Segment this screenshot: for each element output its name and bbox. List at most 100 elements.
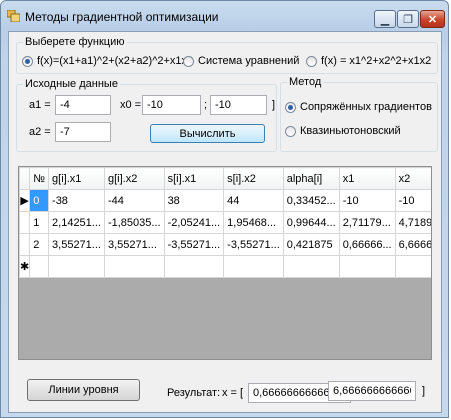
- results-grid[interactable]: № g[i].x1 g[i].x2 s[i].x1 s[i].x2 alpha[…: [18, 166, 432, 360]
- column-header-gx2[interactable]: g[i].x2: [103, 167, 165, 190]
- column-header-sx1[interactable]: s[i].x1: [163, 167, 225, 190]
- header-row: № g[i].x1 g[i].x2 s[i].x1 s[i].x2 alpha[…: [19, 167, 431, 190]
- table-cell[interactable]: -3,55271...: [163, 233, 225, 256]
- maximize-button[interactable]: ❐: [397, 10, 419, 28]
- table-cell[interactable]: 0: [29, 189, 50, 212]
- row-header[interactable]: [19, 233, 31, 256]
- table-cell[interactable]: [282, 255, 340, 278]
- result-x-label: x = [: [222, 387, 244, 399]
- compute-button-label: Вычислить: [179, 127, 236, 140]
- method-option-conjugate-label: Сопряжённых градиентов: [300, 101, 432, 113]
- table-row: 2 3,55271... 3,55271... -3,55271... -3,5…: [19, 233, 431, 256]
- table-cell[interactable]: 3,55271...: [48, 233, 105, 256]
- row-header[interactable]: [19, 211, 31, 234]
- column-header-alpha[interactable]: alpha[i]: [282, 167, 340, 190]
- row-header-new[interactable]: ✱: [19, 255, 31, 278]
- table-cell[interactable]: 44: [223, 189, 284, 212]
- a2-field[interactable]: [55, 122, 111, 142]
- function-option-2-label: Система уравнений: [198, 55, 300, 67]
- result-close-bracket: ]: [422, 385, 426, 397]
- table-cell[interactable]: 0,66666...: [338, 233, 396, 256]
- results-table: № g[i].x1 g[i].x2 s[i].x1 s[i].x2 alpha[…: [19, 167, 431, 278]
- function-group: Выберете функцию f(x)=(x1+a1)^2+(x2+a2)^…: [16, 36, 438, 74]
- table-cell[interactable]: 4,71892...: [394, 211, 431, 234]
- table-cell[interactable]: 2,14251...: [48, 211, 105, 234]
- table-cell[interactable]: 3,55271...: [103, 233, 165, 256]
- function-option-2[interactable]: Система уравнений: [183, 55, 299, 67]
- table-cell[interactable]: [163, 255, 225, 278]
- table-row: 1 2,14251... -1,85035... -2,05241... 1,9…: [19, 211, 431, 234]
- column-header-gx1[interactable]: g[i].x1: [48, 167, 105, 190]
- function-option-1-label: f(x)=(x1+a1)^2+(x2+a2)^2+x1x2: [37, 55, 194, 67]
- input-group-label: Исходные данные: [23, 78, 120, 90]
- radio-icon: [22, 55, 33, 67]
- column-header-sx2[interactable]: s[i].x2: [223, 167, 284, 190]
- a2-label: a2 =: [29, 126, 51, 138]
- level-lines-button-label: Линии уровня: [48, 384, 119, 396]
- radio-icon: [285, 101, 296, 113]
- close-button[interactable]: ✕: [420, 10, 445, 28]
- close-icon: ✕: [427, 13, 438, 26]
- table-cell[interactable]: [48, 255, 105, 278]
- table-cell[interactable]: [223, 255, 284, 278]
- table-cell[interactable]: 0,33452...: [282, 189, 340, 212]
- table-cell[interactable]: 2: [29, 233, 50, 256]
- window-title: Методы градиентной оптимизации: [25, 10, 219, 24]
- minimize-icon: ▁: [380, 13, 390, 26]
- radio-icon: [285, 125, 296, 137]
- table-cell[interactable]: 2,71179...: [338, 211, 396, 234]
- client-area: Выберете функцию f(x)=(x1+a1)^2+(x2+a2)^…: [8, 31, 442, 413]
- a1-label: a1 =: [29, 99, 51, 111]
- x0-1-field[interactable]: [142, 95, 201, 115]
- table-cell[interactable]: -44: [103, 189, 165, 212]
- column-header-x2[interactable]: x2: [394, 167, 431, 190]
- app-icon: [7, 10, 20, 22]
- a1-field[interactable]: [55, 95, 111, 115]
- method-group: Метод Сопряжённых градиентов Квазиньютон…: [280, 76, 438, 152]
- column-header-x1[interactable]: x1: [338, 167, 396, 190]
- new-row: ✱: [19, 255, 431, 278]
- table-cell[interactable]: 38: [163, 189, 225, 212]
- minimize-button[interactable]: ▁: [374, 10, 396, 28]
- table-cell[interactable]: -2,05241...: [163, 211, 225, 234]
- row-header-current[interactable]: ▶: [19, 189, 31, 212]
- table-cell[interactable]: 1,95468...: [223, 211, 284, 234]
- table-cell[interactable]: -3,55271...: [223, 233, 284, 256]
- grid-corner[interactable]: [19, 167, 31, 190]
- method-option-conjugate[interactable]: Сопряжённых градиентов: [285, 101, 432, 113]
- method-group-label: Метод: [287, 76, 324, 88]
- table-cell[interactable]: 0,421875: [282, 233, 340, 256]
- table-row: ▶ 0 -38 -44 38 44 0,33452... -10 -10: [19, 189, 431, 212]
- table-cell[interactable]: 1: [29, 211, 50, 234]
- current-row-arrow-icon: ▶: [20, 195, 29, 207]
- compute-button[interactable]: Вычислить: [150, 124, 265, 143]
- level-lines-button[interactable]: Линии уровня: [27, 379, 140, 401]
- result-label: Результат:: [167, 387, 221, 399]
- function-option-1[interactable]: f(x)=(x1+a1)^2+(x2+a2)^2+x1x2: [22, 55, 193, 67]
- method-option-quasinewton-label: Квазиньютоновский: [300, 125, 401, 137]
- new-row-asterisk-icon: ✱: [20, 261, 30, 273]
- function-group-label: Выберете функцию: [23, 36, 127, 48]
- table-cell[interactable]: -10: [394, 189, 431, 212]
- table-cell[interactable]: [394, 255, 431, 278]
- title-bar[interactable]: Методы градиентной оптимизации ▁ ❐ ✕: [1, 1, 448, 31]
- result-x2-box[interactable]: [328, 381, 416, 401]
- radio-icon: [306, 55, 317, 67]
- table-cell[interactable]: [29, 255, 50, 278]
- table-cell[interactable]: 6,66666...: [394, 233, 431, 256]
- input-group: Исходные данные a1 = x0 = [ ; ] a2 = Выч…: [16, 78, 277, 152]
- table-cell[interactable]: 0,99644...: [282, 211, 340, 234]
- function-option-3-label: f(x) = x1^2+x2^2+x1x2: [321, 55, 432, 67]
- x0-separator: ;: [204, 99, 208, 111]
- table-cell[interactable]: -1,85035...: [103, 211, 165, 234]
- table-cell[interactable]: [338, 255, 396, 278]
- function-option-3[interactable]: f(x) = x1^2+x2^2+x1x2: [306, 55, 431, 67]
- maximize-icon: ❐: [403, 13, 413, 26]
- table-cell[interactable]: [103, 255, 165, 278]
- x0-2-field[interactable]: [210, 95, 267, 115]
- column-header-index[interactable]: №: [29, 167, 50, 190]
- table-cell[interactable]: -10: [338, 189, 396, 212]
- main-window: Методы градиентной оптимизации ▁ ❐ ✕ Выб…: [0, 0, 449, 418]
- method-option-quasinewton[interactable]: Квазиньютоновский: [285, 125, 401, 137]
- table-cell[interactable]: -38: [48, 189, 105, 212]
